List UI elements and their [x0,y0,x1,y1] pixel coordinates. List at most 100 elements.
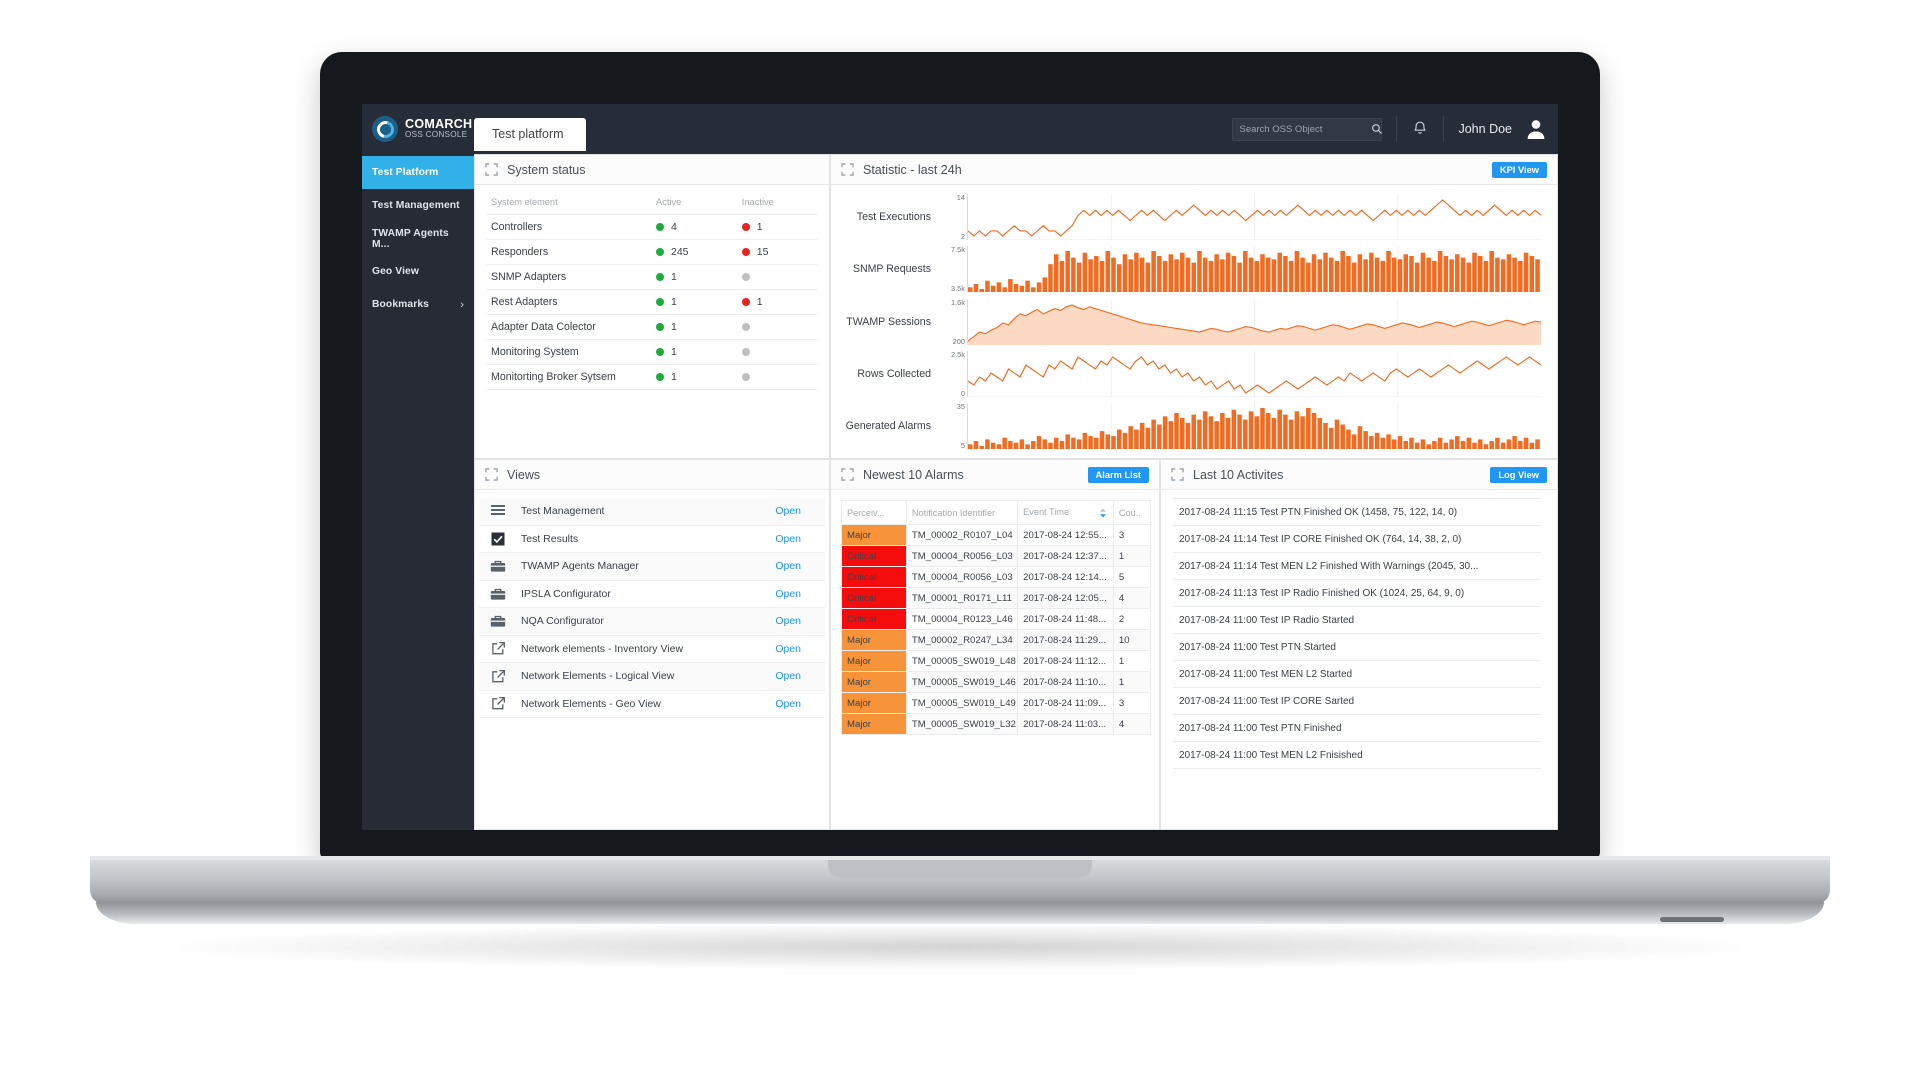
activity-list-item[interactable]: 2017-08-24 11:15 Test PTN Finished OK (1… [1173,498,1541,526]
brand-logo[interactable]: COMARCH OSS CONSOLE [362,104,474,154]
sidebar-label: Bookmarks [372,299,429,310]
view-list-item[interactable]: Network Elements - Geo View Open [479,691,825,718]
table-row[interactable]: Critical TM_00004_R0056_L03 2017-08-24 12:… [841,566,1152,588]
col-inactive: Inactive [737,193,817,215]
expand-icon[interactable] [485,468,498,481]
header-divider [1396,116,1398,142]
table-row[interactable]: Monitoring System 1 [487,339,817,365]
inactive-cell: 15 [737,239,817,265]
status-count: 1 [756,221,763,233]
activity-list-item[interactable]: 2017-08-24 11:00 Test MEN L2 Started [1173,661,1541,688]
view-list-item[interactable]: Test Management Open [479,498,825,526]
table-row[interactable]: Major TM_00002_R0247_L34 2017-08-24 11:29.… [841,629,1152,651]
chart-plot [967,350,1541,397]
view-item-label: Network elements - Inventory View [521,642,684,655]
activity-list-item[interactable]: 2017-08-24 11:00 Test IP CORE Sarted [1173,688,1541,715]
panel-title: Views [507,467,541,482]
open-link[interactable]: Open [775,670,821,682]
system-element-name: Rest Adapters [487,289,652,315]
col-notification-identifier[interactable]: Notification Identifier [905,500,1019,525]
activity-list-item[interactable]: 2017-08-24 11:00 Test PTN Started [1173,634,1541,661]
sidebar-item-bookmarks[interactable]: Bookmarks › [362,288,474,321]
view-list-item[interactable]: IPSLA Configurator Open [479,581,825,608]
avatar-icon[interactable] [1526,118,1546,140]
sort-descending-icon[interactable] [1098,508,1108,518]
sidebar-item-test-platform[interactable]: Test Platform [362,156,474,189]
open-link[interactable]: Open [775,588,821,600]
activity-list-item[interactable]: 2017-08-24 11:00 Test MEN L2 Fnisished [1173,742,1541,769]
inactive-cell: 1 [737,289,817,315]
view-list-item[interactable]: Network elements - Inventory View Open [479,636,825,663]
view-list-item[interactable]: Test Results Open [479,526,825,553]
search-box[interactable] [1232,117,1383,141]
system-element-name: Adapter Data Colector [487,314,652,340]
open-link[interactable]: Open [775,505,821,517]
alarm-count: 3 [1112,524,1152,546]
table-row[interactable]: Monitorting Broker Sytsem 1 [487,364,817,390]
sidebar-item-geo-view[interactable]: Geo View [362,255,474,288]
status-count: 1 [671,346,677,358]
inactive-cell: 1 [737,214,817,240]
table-row[interactable]: Controllers 4 1 [487,214,817,240]
table-row[interactable]: Major TM_00005_SW019_L46 2017-08-24 11:10.… [841,671,1152,693]
table-row[interactable]: Adapter Data Colector 1 [487,314,817,340]
notification-identifier: TM_00005_SW019_L46 [905,671,1019,693]
severity-badge: Critical [841,608,907,630]
col-count[interactable]: Cou.. [1112,500,1152,525]
active-cell: 245 [652,239,738,265]
header-divider-2 [1443,116,1445,142]
statistic-chart-row: SNMP Requests 7.5k 3.5k [837,243,1541,295]
table-row[interactable]: Rest Adapters 1 1 [487,289,817,315]
table-row[interactable]: Critical TM_00004_R0056_L03 2017-08-24 12:… [841,545,1152,567]
notification-bell-icon[interactable] [1411,120,1429,138]
sidebar-nav: Test Platform Test Management TWAMP Agen… [362,154,474,830]
chart-y-axis: 1.6k 200 [941,298,967,346]
open-link[interactable]: Open [775,533,821,545]
activity-list-item[interactable]: 2017-08-24 11:00 Test IP Radio Started [1173,607,1541,634]
chart-plot [967,402,1541,449]
table-row[interactable]: Major TM_00002_R0107_L04 2017-08-24 12:55.… [841,524,1152,546]
y-tick-top: 2.5k [951,349,965,359]
laptop-hinge-line [1660,917,1724,922]
status-count: 15 [756,246,769,258]
activity-list-item[interactable]: 2017-08-24 11:14 Test MEN L2 Finished Wi… [1173,553,1541,580]
search-input[interactable] [1239,123,1372,135]
status-dot [741,273,750,281]
table-row[interactable]: Critical TM_00004_R0123_L46 2017-08-24 11:… [841,608,1152,630]
sidebar-item-twamp-agents-manager[interactable]: TWAMP Agents M... [362,222,474,255]
expand-icon[interactable] [1171,468,1184,481]
open-link[interactable]: Open [775,643,821,655]
activity-list-item[interactable]: 2017-08-24 11:14 Test IP CORE Finished O… [1173,526,1541,553]
table-row[interactable]: Major TM_00005_SW019_L32 2017-08-24 11:03.… [841,713,1152,735]
table-row[interactable]: SNMP Adapters 1 [487,264,817,290]
expand-icon[interactable] [841,163,854,176]
severity-badge: Major [841,524,907,546]
col-perceived-severity[interactable]: Perceiv... [841,500,907,525]
notification-identifier: TM_00004_R0123_L46 [905,608,1019,630]
open-link[interactable]: Open [775,698,821,710]
open-link[interactable]: Open [775,615,821,627]
table-row[interactable]: Major TM_00005_SW019_L49 2017-08-24 11:09.… [841,692,1152,714]
sidebar-item-test-management[interactable]: Test Management [362,189,474,222]
active-cell: 4 [652,214,738,240]
activity-list-item[interactable]: 2017-08-24 11:00 Test PTN Finished [1173,715,1541,742]
table-row[interactable]: Major TM_00005_SW019_L48 2017-08-24 11:12.… [841,650,1152,672]
alarms-table: Perceiv... Notification Identifier Event… [841,500,1152,735]
expand-icon[interactable] [485,163,498,176]
table-row[interactable]: Responders 245 15 [487,239,817,265]
log-view-button[interactable]: Log View [1490,466,1547,483]
col-event-time[interactable]: Event Time [1017,500,1114,525]
kpi-view-button[interactable]: KPI View [1491,161,1547,178]
tab-test-platform[interactable]: Test platform [474,118,586,151]
view-list-item[interactable]: Network Elements - Logical View Open [479,663,825,691]
alarm-list-button[interactable]: Alarm List [1087,466,1149,483]
activity-list-item[interactable]: 2017-08-24 11:13 Test IP Radio Finished … [1173,580,1541,607]
expand-icon[interactable] [841,468,854,481]
open-link[interactable]: Open [775,560,821,572]
view-list-item[interactable]: TWAMP Agents Manager Open [479,553,825,581]
alarm-count: 10 [1112,629,1152,651]
table-row[interactable]: Critical TM_00001_R0171_L11 2017-08-24 12:… [841,587,1152,609]
view-list-item[interactable]: NQA Configurator Open [479,608,825,636]
system-status-table: System element Active Inactive Controlle… [487,193,817,390]
active-cell: 1 [652,264,738,290]
